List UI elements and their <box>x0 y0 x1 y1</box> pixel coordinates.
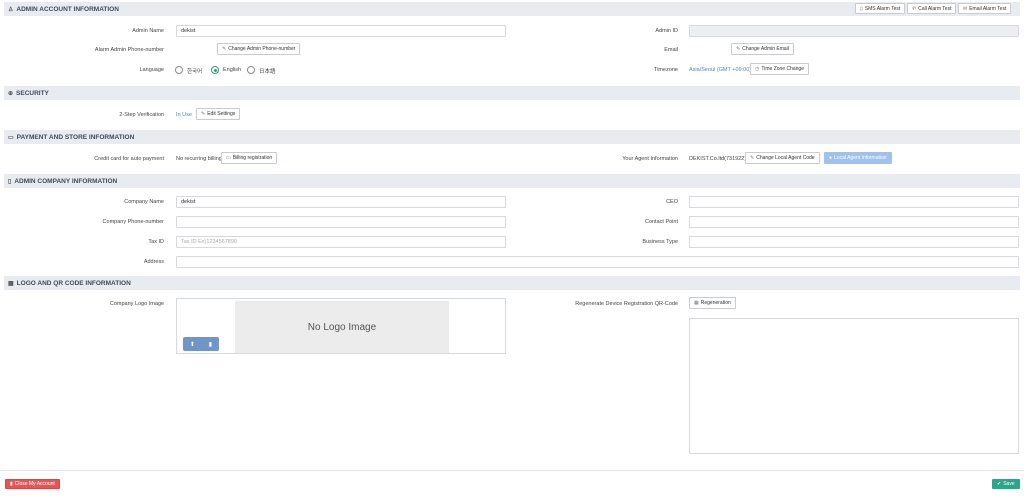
call-icon: ✆ <box>912 5 917 12</box>
sms-alarm-test-button[interactable]: ▯ SMS Alarm Test <box>855 3 906 14</box>
logo-actions: ⬆ ▮ <box>183 337 219 351</box>
close-account-button[interactable]: ▮ Close My Account <box>5 479 60 489</box>
call-alarm-test-button[interactable]: ✆ Call Alarm Test <box>907 3 957 14</box>
no-logo-text: No Logo Image <box>307 321 377 333</box>
company-logo-label: Company Logo Image <box>109 301 164 307</box>
email-label: Email <box>664 47 678 53</box>
language-radio-japanese[interactable] <box>247 66 255 74</box>
mail-icon: ✉ <box>963 5 968 12</box>
two-step-label: 2-Step Verification <box>119 112 164 118</box>
credit-card-icon: ▭ <box>8 134 14 141</box>
tax-id-input[interactable]: Tax ID Ex)1234567890 <box>176 236 506 248</box>
section-title-security: SECURITY <box>16 89 49 97</box>
email-alarm-test-button[interactable]: ✉ Email Alarm Test <box>958 3 1012 14</box>
qr-label: Regenerate Device Registration QR-Code <box>575 301 678 307</box>
save-button[interactable]: ✔ Save <box>992 479 1020 489</box>
check-icon: ✔ <box>997 481 1002 487</box>
two-step-status: In Use <box>176 112 192 118</box>
admin-phone-label: Alarm Admin Phone-number <box>94 47 164 53</box>
footer-divider <box>0 470 1024 471</box>
section-header-logo: ▦ LOGO AND QR CODE INFORMATION <box>4 276 1020 290</box>
timezone-value: Asia/Seoul (GMT +09:00) <box>689 67 752 73</box>
ceo-input[interactable] <box>689 196 1019 208</box>
trash-icon: ▮ <box>10 481 13 487</box>
company-phone-input[interactable] <box>176 216 506 228</box>
language-label: Language <box>139 67 164 73</box>
agent-label: Your Agent Information <box>622 156 678 162</box>
logo-placeholder: No Logo Image <box>235 301 449 353</box>
upload-icon[interactable]: ⬆ <box>190 341 195 348</box>
section-header-security: ⊕ SECURITY <box>4 86 1020 100</box>
trash-icon[interactable]: ▮ <box>209 341 212 348</box>
business-type-label: Business Type <box>642 239 678 245</box>
edit-icon: ✎ <box>736 46 741 52</box>
address-label: Address <box>143 259 164 265</box>
ceo-label: CEO <box>666 199 678 205</box>
shield-icon: ⊕ <box>8 90 14 97</box>
section-title-payment: PAYMENT AND STORE INFORMATION <box>16 133 135 141</box>
edit-settings-button[interactable]: ✎ Edit Settings <box>196 108 241 120</box>
section-title-admin: ADMIN ACCOUNT INFORMATION <box>16 5 119 13</box>
admin-id-label: Admin ID <box>655 28 678 34</box>
contact-point-label: Contact Point <box>644 219 678 225</box>
company-name-label: Company Name <box>124 199 164 205</box>
contact-point-input[interactable] <box>689 216 1019 228</box>
agent-value: DEKIST.Co.ltd(731922) <box>689 156 747 162</box>
clock-icon: ◷ <box>755 66 760 72</box>
change-admin-phone-button[interactable]: ✎ Change Admin Phone-number <box>217 43 301 55</box>
credit-card-icon: ▭ <box>226 155 231 161</box>
language-radio-english[interactable] <box>211 66 219 74</box>
edit-icon: ✎ <box>750 155 755 161</box>
company-name-input[interactable]: dekist <box>176 196 506 208</box>
logo-image-box: No Logo Image ⬆ ▮ <box>176 298 506 354</box>
qrcode-icon: ▦ <box>8 280 14 287</box>
tax-id-label: Tax ID <box>148 239 164 245</box>
phone-icon: ▯ <box>860 5 863 12</box>
edit-icon: ✎ <box>222 46 227 52</box>
timezone-label: Timezone <box>654 67 678 73</box>
section-title-logo: LOGO AND QR CODE INFORMATION <box>16 279 131 287</box>
section-header-payment: ▭ PAYMENT AND STORE INFORMATION <box>4 130 1020 144</box>
language-option-japanese: 日本語 <box>259 69 276 75</box>
admin-id-input <box>689 25 1019 37</box>
section-title-company: ADMIN COMPANY INFORMATION <box>14 177 118 185</box>
qrcode-icon: ▦ <box>694 300 699 306</box>
company-phone-label: Company Phone-number <box>102 219 164 225</box>
building-icon: ▯ <box>8 178 12 185</box>
language-radio-korean[interactable] <box>175 66 183 74</box>
local-agent-info-button[interactable]: ● Local Agent Information <box>824 152 892 164</box>
edit-icon: ✎ <box>201 111 206 117</box>
change-agent-code-button[interactable]: ✎ Change Local Agent Code <box>745 152 820 164</box>
language-option-korean: 한국어 <box>187 69 203 75</box>
info-icon: ● <box>829 155 833 161</box>
business-type-input[interactable] <box>689 236 1019 248</box>
admin-name-input[interactable]: dekist <box>176 25 506 37</box>
change-admin-email-button[interactable]: ✎ Change Admin Email <box>731 43 794 55</box>
card-label: Credit card for auto payment <box>94 156 164 162</box>
billing-registration-button[interactable]: ▭ Billing registration <box>221 152 278 164</box>
admin-name-label: Admin Name <box>132 28 164 34</box>
address-input[interactable] <box>176 256 1019 268</box>
section-header-company: ▯ ADMIN COMPANY INFORMATION <box>4 174 1020 188</box>
regeneration-button[interactable]: ▦ Regeneration <box>689 297 736 309</box>
timezone-change-button[interactable]: ◷ Time Zone Change <box>750 63 809 75</box>
card-value: No recurring billing <box>176 156 222 162</box>
language-option-english: English <box>223 67 242 73</box>
qr-code-box <box>689 318 1019 454</box>
user-icon: ♙ <box>8 6 14 13</box>
